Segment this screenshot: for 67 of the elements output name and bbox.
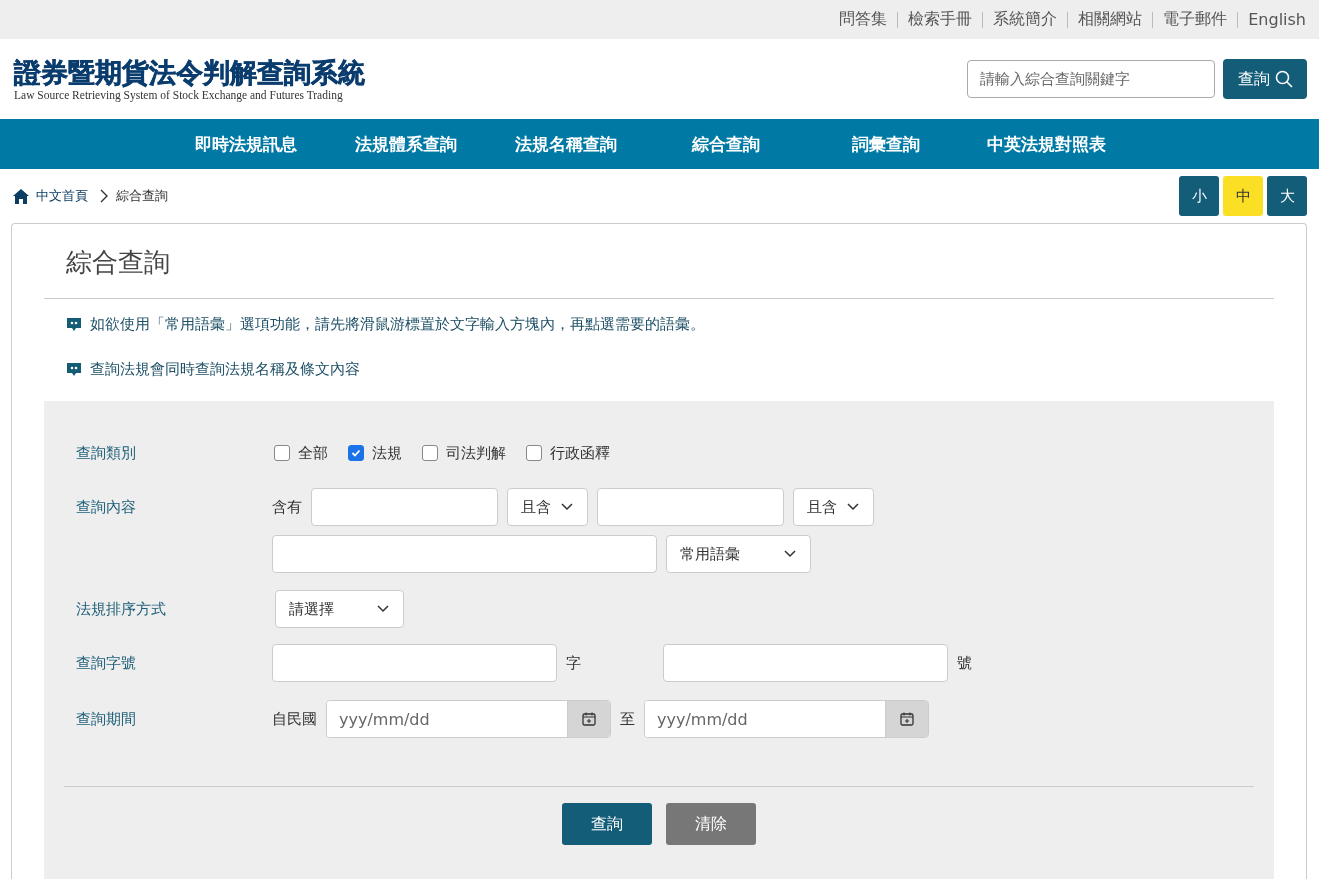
nav-item[interactable]: 詞彙查詢 [806,132,966,156]
checkmark-icon [350,447,362,459]
top-link[interactable]: 系統簡介 [993,9,1058,30]
font-size-button[interactable]: 大 [1267,176,1307,216]
note-text: 查詢法規會同時查詢法規名稱及條文內容 [90,360,360,379]
field-prefix: 含有 [272,497,302,517]
chevron-icon [99,189,109,203]
caret-icon [561,503,573,511]
home-icon[interactable] [13,188,29,204]
search-field[interactable]: 請輸入綜合查詢關鍵字 [967,60,1215,98]
field-label: 查詢內容 [76,497,137,518]
note-text: 如欲使用「常用語彙」選項功能，請先將滑鼠游標置於文字輸入方塊內，再點選需要的語彙。 [90,315,705,334]
top-link[interactable]: 電子郵件 [1163,9,1228,30]
logo-subtitle: Law Source Retrieving System of Stock Exchange and Futures Trading [14,89,344,101]
nav-item[interactable]: 法規名稱查詢 [486,132,646,156]
font-size-button[interactable]: 中 [1223,176,1263,216]
checkbox-label[interactable]: 法規 [372,443,402,463]
field-label: 查詢類別 [76,443,137,464]
checkbox-label[interactable]: 司法判解 [446,443,506,463]
date-field[interactable]: yyy/mm/dd [644,700,929,738]
page-title: 綜合查詢 [44,224,1274,299]
form-button[interactable]: 查詢 [562,803,652,845]
top-link[interactable]: English [1248,10,1306,29]
logo-title[interactable]: 證券暨期貨法令判解查詢系統 [14,57,365,89]
operator-select[interactable]: 且含 [793,488,874,526]
field-suffix: 號 [957,653,972,673]
sort-select[interactable]: 請選擇 [275,590,404,628]
field-text: 至 [620,709,635,729]
phrase-select[interactable]: 常用語彙 [666,535,811,573]
field-prefix: 自民國 [272,709,317,729]
speech-bubble-icon [66,316,82,333]
breadcrumb-link[interactable]: 中文首頁 [36,187,88,205]
checkbox[interactable] [274,445,290,461]
checkbox[interactable] [348,445,364,461]
operator-select[interactable]: 且含 [507,488,588,526]
caret-icon [784,550,796,558]
nav-item[interactable]: 即時法規訊息 [166,132,326,156]
nav-item[interactable]: 綜合查詢 [646,132,806,156]
top-link[interactable]: 問答集 [839,9,888,30]
field-label: 查詢期間 [76,709,137,730]
search-button[interactable]: 查詢 [1223,59,1307,99]
checkbox[interactable] [422,445,438,461]
number-input[interactable] [272,644,557,682]
checkbox-label[interactable]: 全部 [298,443,328,463]
number-input[interactable] [663,644,948,682]
field-label: 法規排序方式 [76,599,167,620]
field-suffix: 字 [566,653,582,673]
caret-icon [377,605,389,613]
checkbox[interactable] [526,445,542,461]
form-button[interactable]: 清除 [666,803,756,845]
search-icon [1274,70,1293,88]
top-link[interactable]: 檢索手冊 [908,9,973,30]
date-field[interactable]: yyy/mm/dd [326,700,611,738]
nav-item[interactable]: 法規體系查詢 [326,132,486,156]
field-label: 查詢字號 [76,653,137,674]
nav-item[interactable]: 中英法規對照表 [966,132,1126,156]
caret-icon [847,503,859,511]
keyword-input[interactable] [311,488,498,526]
keyword-input[interactable] [272,535,657,573]
top-link[interactable]: 相關網站 [1078,9,1143,30]
calendar-icon[interactable] [885,701,928,737]
keyword-input[interactable] [597,488,784,526]
calendar-icon[interactable] [567,701,610,737]
breadcrumb-link[interactable]: 綜合查詢 [116,187,168,205]
checkbox-label[interactable]: 行政函釋 [550,443,610,463]
font-size-button[interactable]: 小 [1179,176,1219,216]
speech-bubble-icon [66,361,82,378]
